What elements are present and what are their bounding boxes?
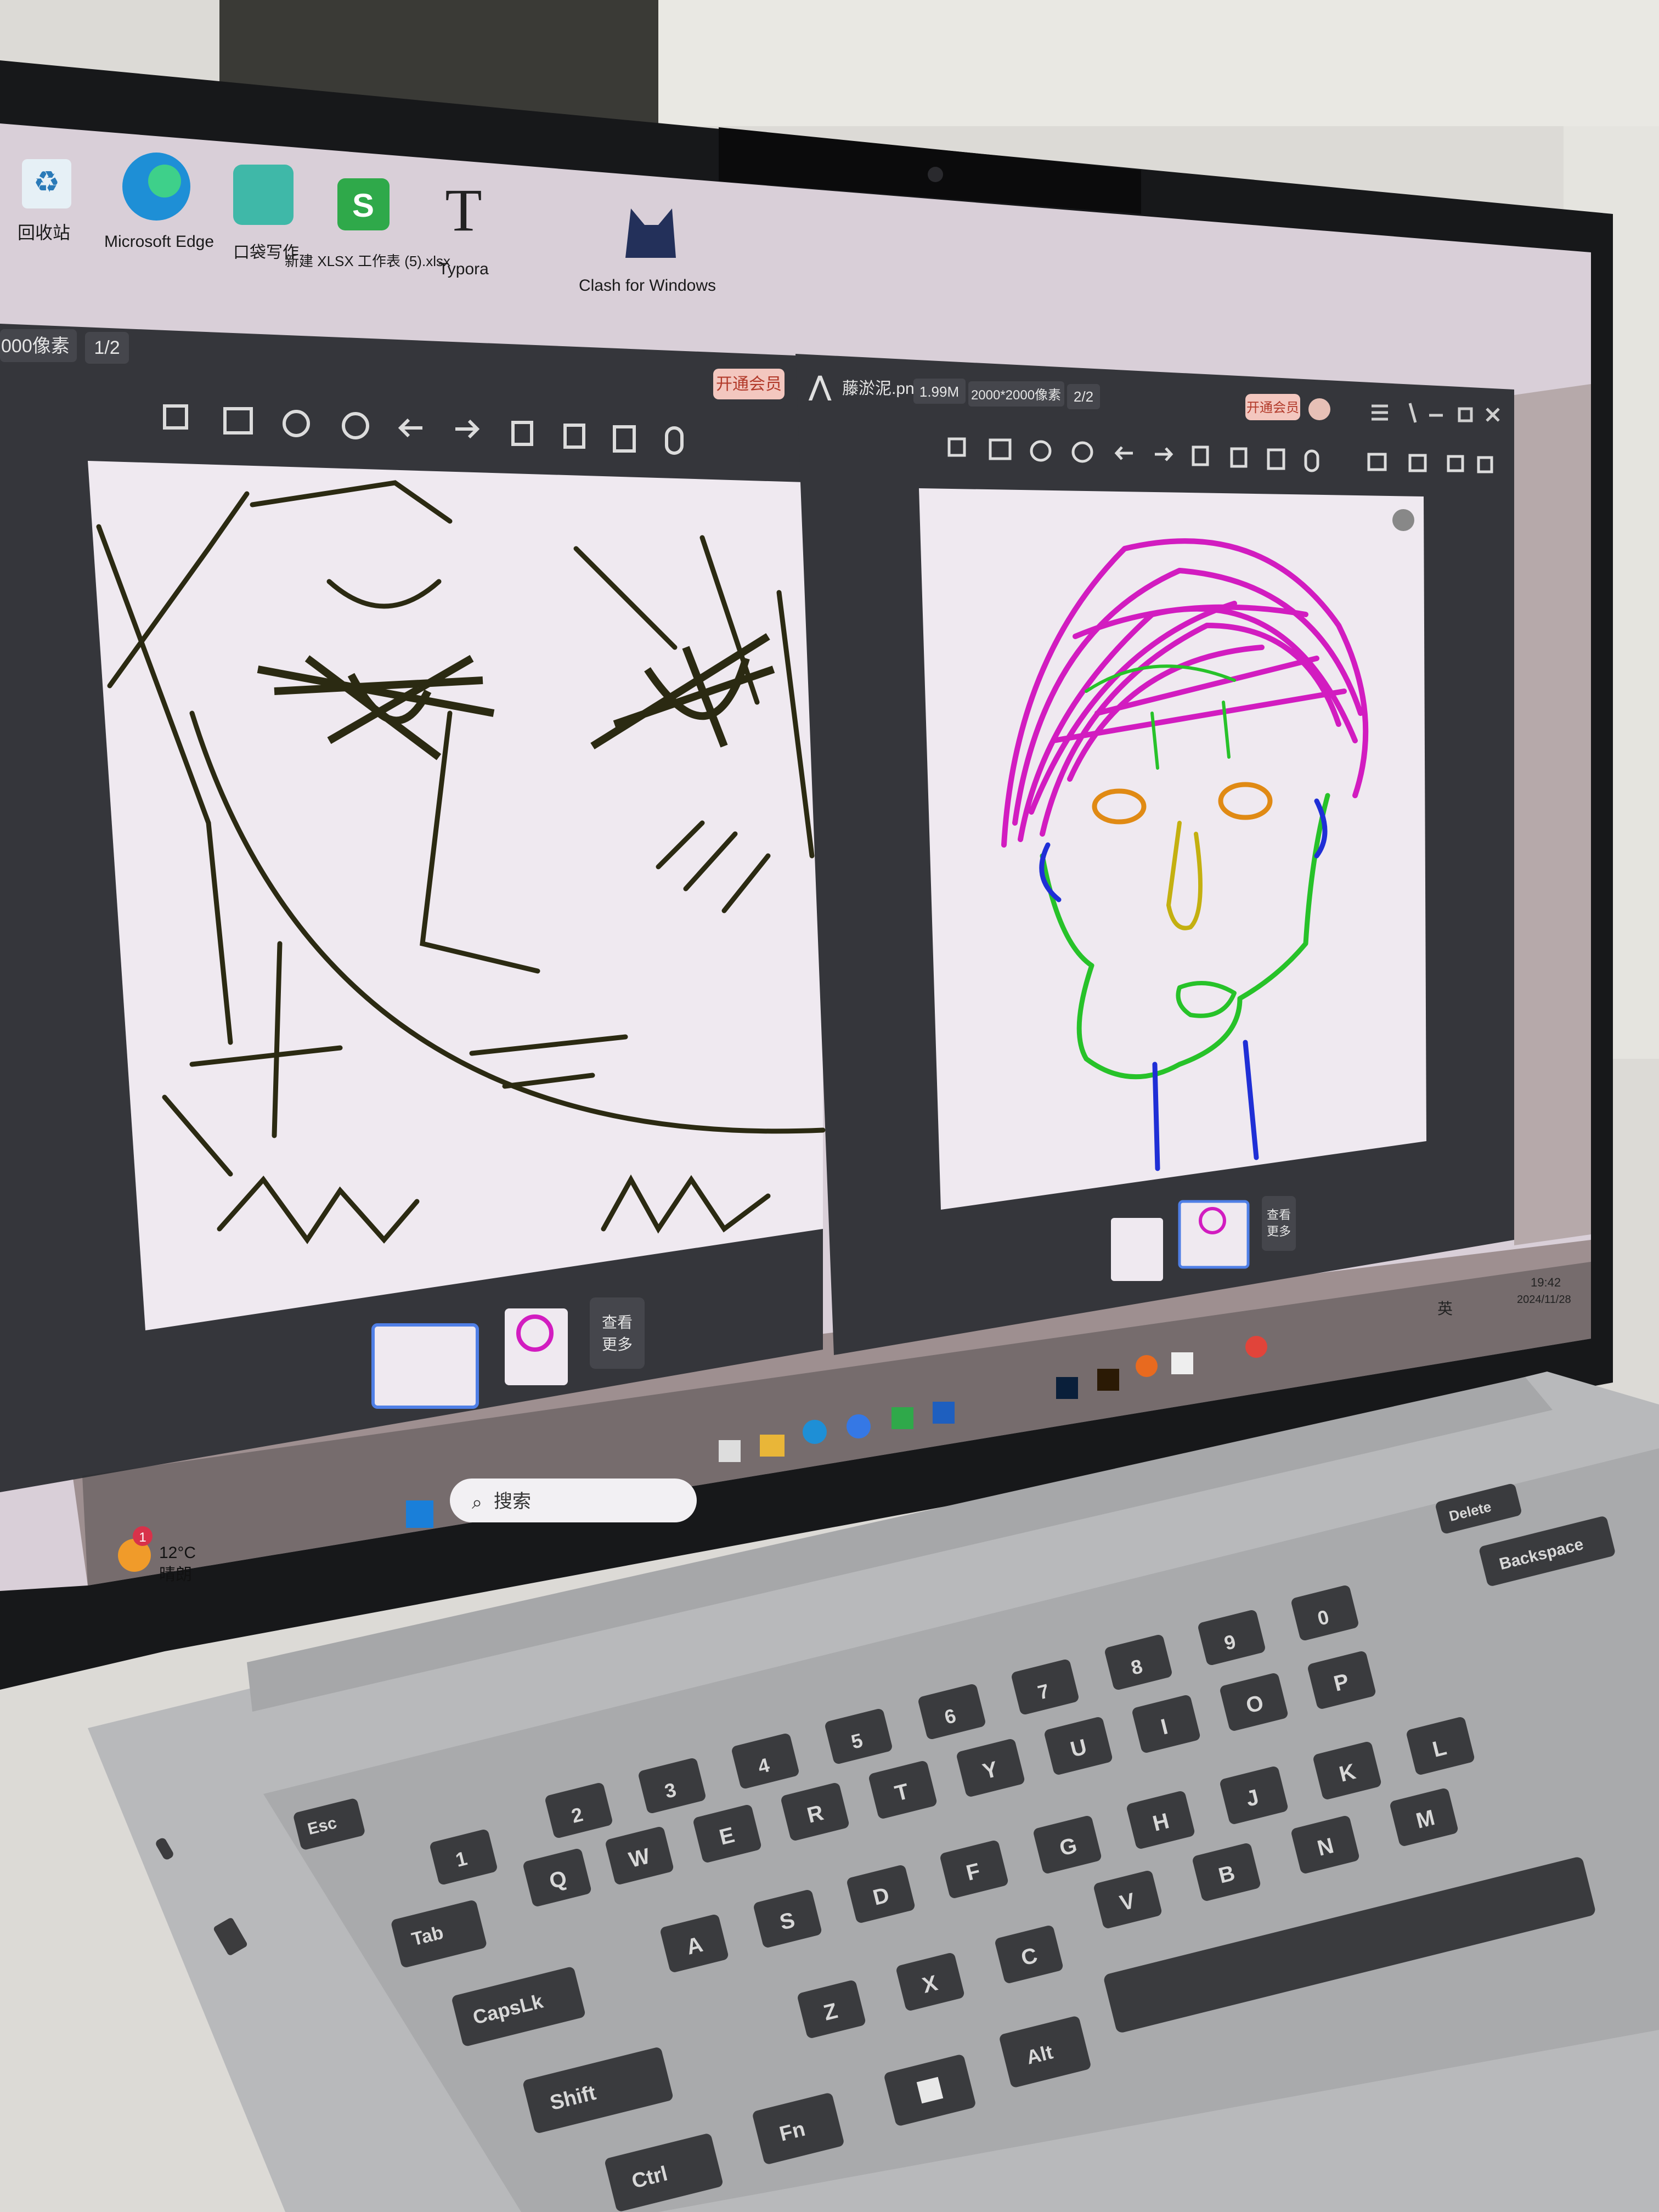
desktop-icon-label: Clash for Windows [579,276,716,295]
more-button[interactable] [590,1297,645,1369]
page-counter: 2/2 [1074,388,1093,405]
photoshop-icon[interactable] [1056,1377,1078,1399]
desktop-icon-label: Typora [438,260,489,278]
dimensions: 2000*2000像素 [971,388,1061,403]
clock-time[interactable]: 19:42 [1531,1276,1561,1289]
more-button-label: 查看 [602,1314,633,1331]
vip-button-label: 开通会员 [716,375,782,393]
spreadsheet-taskbar-icon[interactable] [891,1407,913,1429]
right-image-canvas [919,488,1426,1210]
file-explorer-icon[interactable] [760,1435,785,1457]
desktop-icon-koudai[interactable]: 口袋写作 [233,165,299,262]
more-button-label: 更多 [1267,1224,1291,1238]
typora-icon: T [445,177,482,244]
size-text: 000像素 [1,336,70,357]
app-folder-icon [233,165,294,225]
left-image-canvas [88,461,823,1330]
viewer-right-window: ⋀ 藤淤泥.png 1.99M 2000*2000像素 2/2 开通会员 查看 … [795,354,1514,1355]
laptop-photo: ♻ 回收站 Microsoft Edge 口袋写作 S 新建 XLSX 工作表 … [0,0,1659,2212]
thumbnail-1[interactable] [371,1323,479,1409]
svg-text:S: S [352,187,374,224]
thumbnail-2[interactable] [1178,1200,1250,1269]
thumbnail-1[interactable] [1111,1218,1163,1281]
search-box[interactable]: ⌕ 搜索 [450,1479,697,1522]
thumbnail-2[interactable] [505,1308,568,1385]
desktop-icon-label: 回收站 [18,223,70,242]
start-button[interactable] [406,1500,433,1528]
search-icon: ⌕ [472,1492,482,1513]
weather-temp: 12°C [159,1544,196,1562]
vip-button-label: 开通会员 [1246,400,1299,415]
clock-date[interactable]: 2024/11/28 [1517,1294,1571,1306]
chrome-icon[interactable] [1245,1336,1267,1358]
desktop-icon-typora[interactable]: T Typora [438,177,489,278]
edge-taskbar-icon[interactable] [803,1420,827,1444]
weather-text: 晴朗 [159,1566,192,1584]
more-button-label: 更多 [602,1336,633,1353]
filesize: 1.99M [919,383,959,400]
viewer-left-window: 000像素 1/2 开通会员 查看 更多 [0,324,826,1492]
weather-badge-count: 1 [139,1530,146,1545]
more-button[interactable] [1262,1196,1296,1251]
filename: 藤淤泥.png [842,380,923,398]
desktop-icon-label: Microsoft Edge [104,233,214,251]
tray-lang[interactable]: 英 [1437,1300,1453,1317]
typora-taskbar-icon[interactable] [1171,1352,1193,1374]
close-overlay-icon[interactable] [1392,509,1414,531]
page-counter: 1/2 [94,337,120,358]
app-logo-icon: ⋀ [808,372,832,401]
app-taskbar-icon[interactable] [933,1402,955,1424]
avatar[interactable] [1308,398,1330,420]
desktop-icon-label: 新建 XLSX 工作表 (5).xlsx [285,253,450,269]
desktop-icon-recycle[interactable]: ♻ 回收站 [18,159,71,242]
firefox-icon[interactable] [1136,1355,1158,1377]
recycle-bin-icon: ♻ [33,166,60,199]
windows-icon [406,1500,433,1528]
illustrator-icon[interactable] [1097,1369,1119,1391]
task-view-icon[interactable] [719,1440,741,1462]
more-button-label: 查看 [1267,1208,1291,1222]
search-input[interactable]: 搜索 [494,1491,531,1512]
edge-alt-taskbar-icon[interactable] [847,1414,871,1438]
